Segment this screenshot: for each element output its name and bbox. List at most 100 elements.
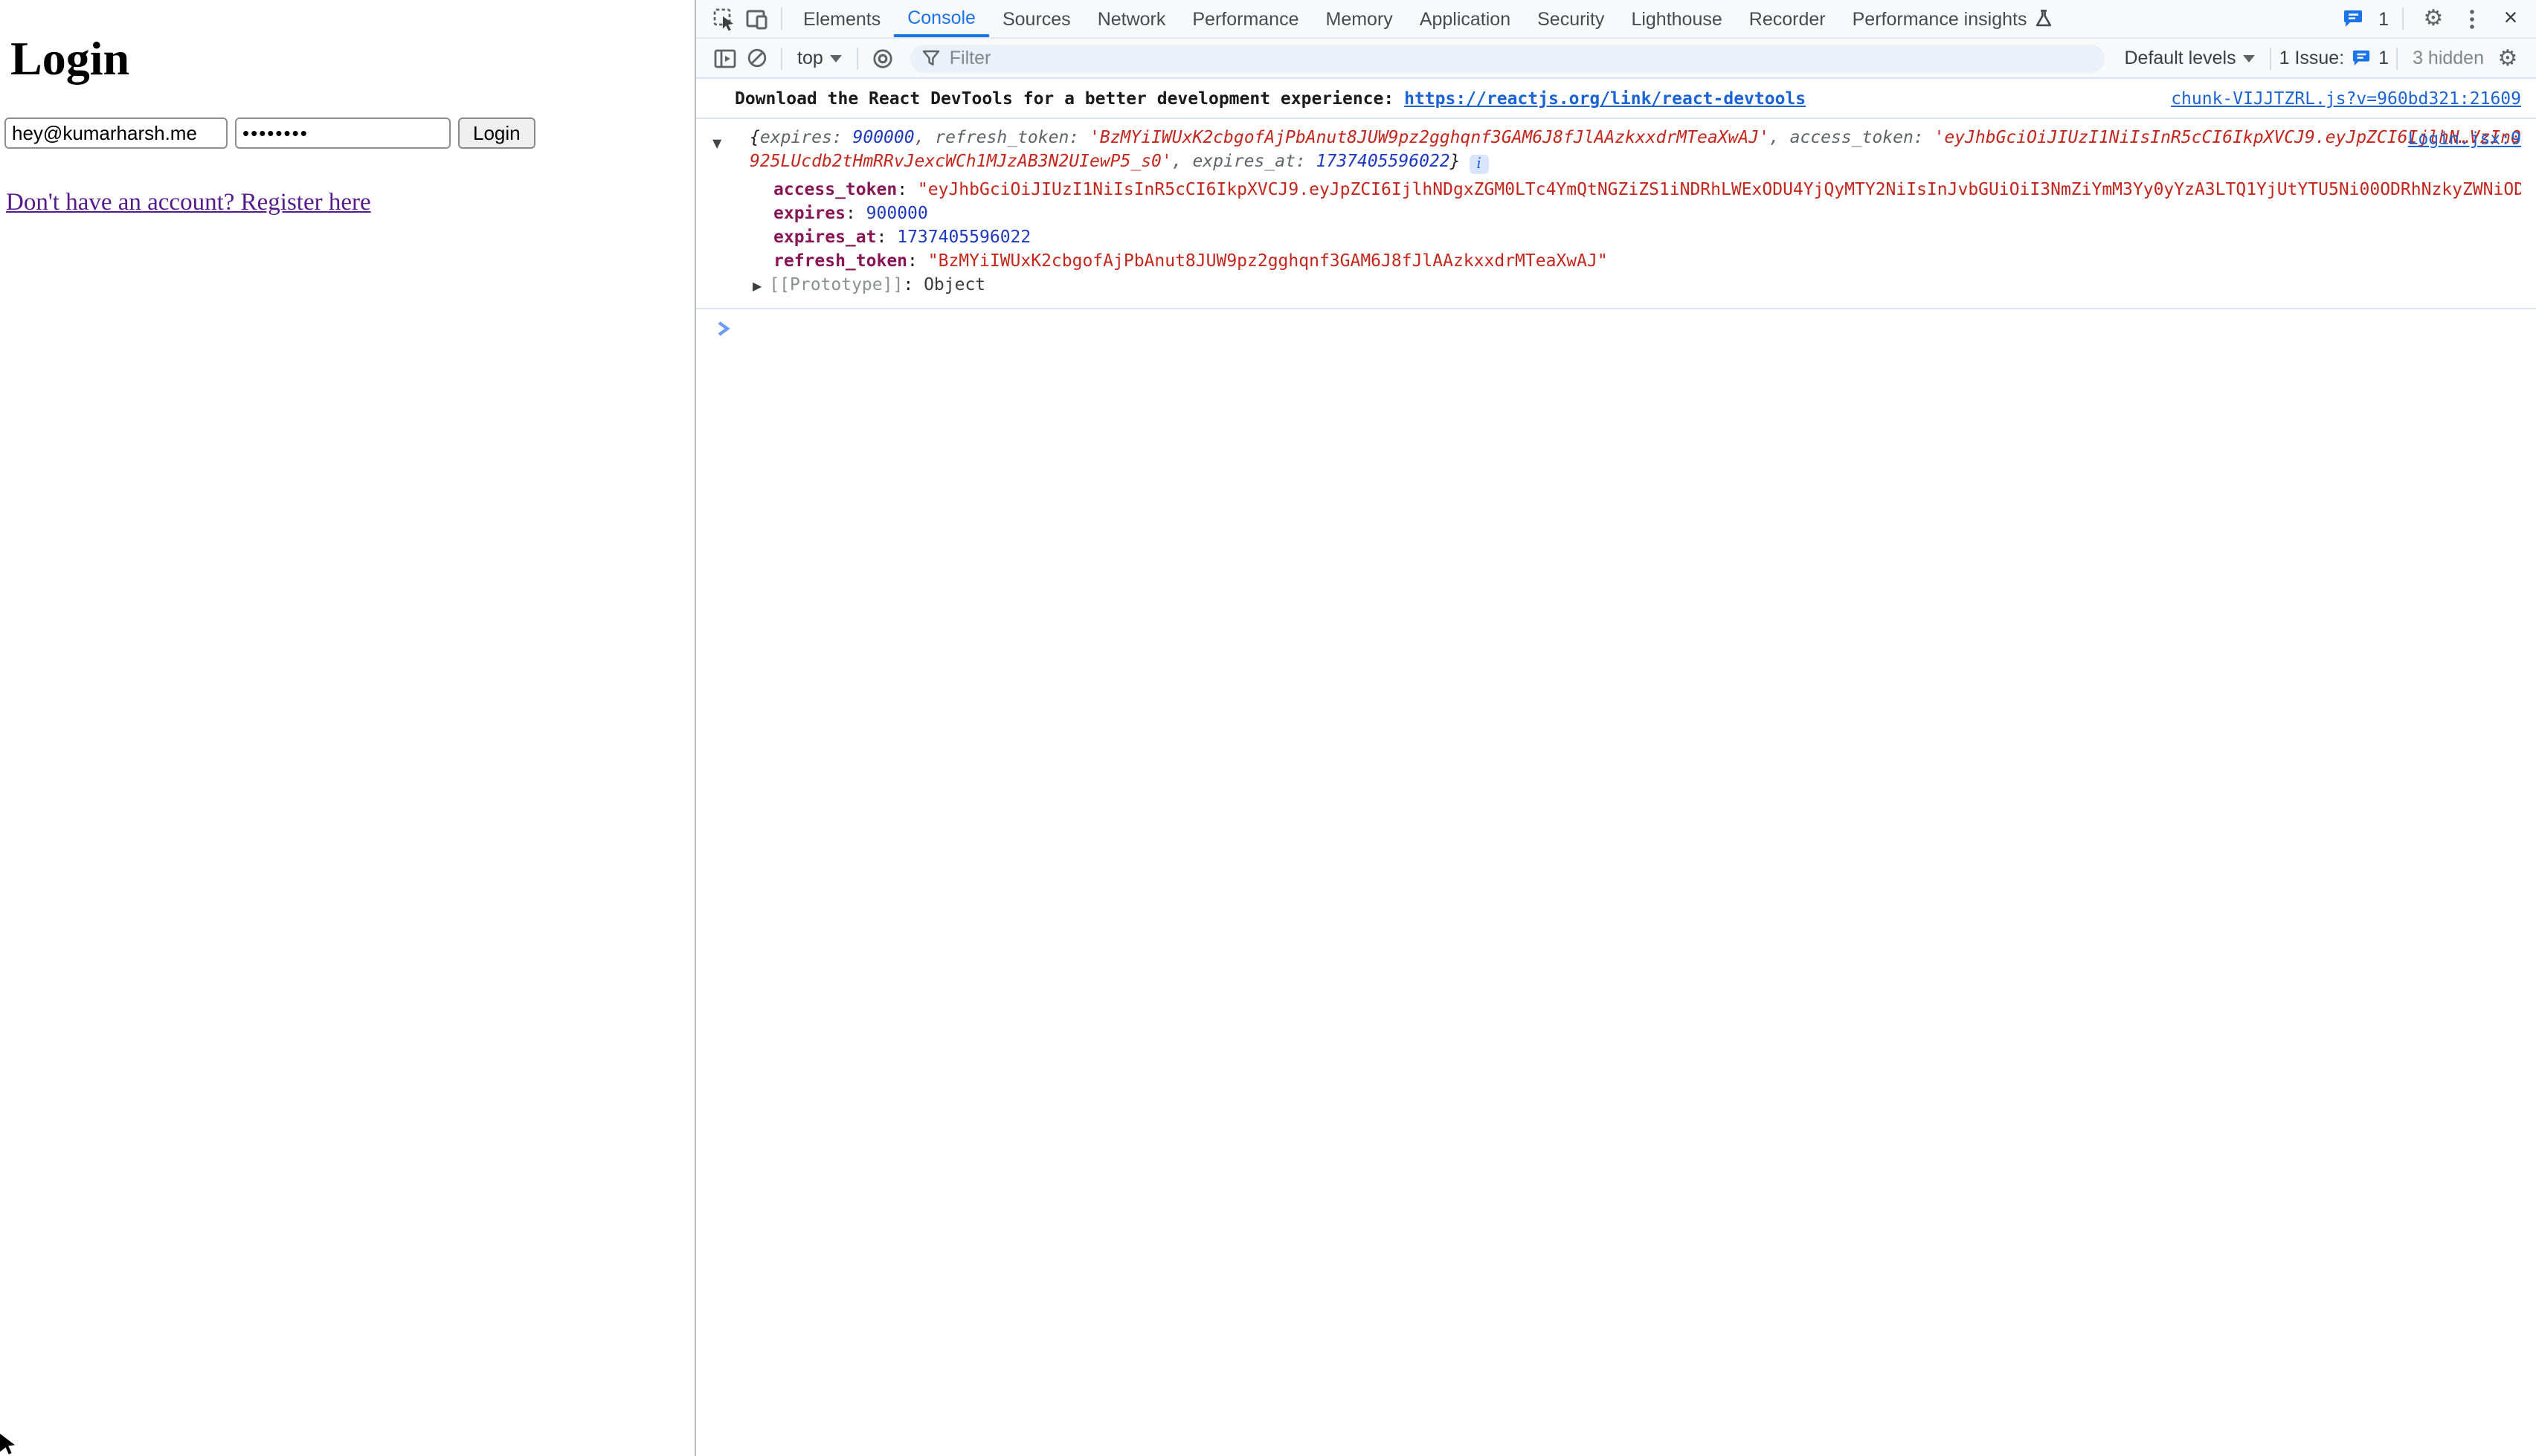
console-sidebar-toggle-icon[interactable] xyxy=(708,42,741,74)
property-access-token: access_token: "eyJhbGciOiJIUzI1NiIsInR5c… xyxy=(773,177,2521,201)
settings-gear-icon[interactable]: ⚙ xyxy=(2417,2,2450,35)
email-input[interactable] xyxy=(4,117,228,149)
colon: : xyxy=(846,202,866,223)
divider xyxy=(781,47,782,69)
tab-application[interactable]: Application xyxy=(1406,0,1524,37)
tab-security[interactable]: Security xyxy=(1524,0,1618,37)
info-icon[interactable]: i xyxy=(1470,155,1489,174)
devtools-tabbar: Elements Console Sources Network Perform… xyxy=(696,0,2536,39)
console-messages-icon[interactable] xyxy=(2337,2,2369,35)
preview-key: , expires_at: xyxy=(1172,150,1316,171)
console-messages-area: Download the React DevTools for a better… xyxy=(696,79,2536,338)
preview-number: 1737405596022 xyxy=(1316,150,1450,171)
hidden-messages-label[interactable]: 3 hidden xyxy=(2405,48,2491,68)
source-link-chunk[interactable]: chunk-VIJJTZRL.js?v=960bd321:21609 xyxy=(2171,86,2521,110)
prompt-chevron-icon xyxy=(715,320,732,338)
mouse-cursor-icon xyxy=(0,1434,16,1456)
preview-number: 900000 xyxy=(853,126,915,147)
devtools-panel: Elements Console Sources Network Perform… xyxy=(695,0,2536,1456)
close-devtools-icon[interactable]: × xyxy=(2494,2,2527,35)
divider xyxy=(781,7,782,30)
console-row-object-log: Login.jsx:9 ▼ {expires: 900000, refresh_… xyxy=(696,119,2536,309)
divider xyxy=(2396,47,2398,69)
expand-triangle-icon[interactable]: ▶ xyxy=(753,275,762,299)
console-prompt[interactable] xyxy=(696,309,2536,338)
login-page: Login Login Don't have an account? Regis… xyxy=(0,0,695,1456)
page-title: Login xyxy=(10,31,695,86)
funnel-icon xyxy=(923,49,941,67)
property-value: 1737405596022 xyxy=(897,226,1031,247)
preview-string: 925LUcdb2tHmRRvJexcWCh1MJzAB3N2UIewP5_s0… xyxy=(750,150,1172,171)
colon: : xyxy=(907,250,928,271)
divider xyxy=(857,47,859,69)
property-key: expires xyxy=(773,202,846,223)
chevron-down-icon xyxy=(2244,54,2256,62)
object-properties: access_token: "eyJhbGciOiJIUzI1NiIsInR5c… xyxy=(773,177,2521,272)
login-button[interactable]: Login xyxy=(458,117,535,149)
tab-network[interactable]: Network xyxy=(1084,0,1180,37)
log-levels-dropdown[interactable]: Default levels xyxy=(2117,48,2263,68)
divider xyxy=(2402,7,2404,30)
brace: { xyxy=(750,126,760,147)
console-row-react-devtools: Download the React DevTools for a better… xyxy=(696,79,2536,119)
tab-label: Performance insights xyxy=(1853,0,2027,38)
tab-performance[interactable]: Performance xyxy=(1179,0,1312,37)
kebab-menu-icon[interactable] xyxy=(2456,2,2488,35)
filter-placeholder: Filter xyxy=(950,48,991,68)
colon: : xyxy=(903,274,924,294)
colon: : xyxy=(877,226,898,247)
preview-key: , refresh_token: xyxy=(915,126,1090,147)
property-value: 900000 xyxy=(866,202,928,223)
flask-icon xyxy=(2034,9,2052,28)
divider xyxy=(2271,47,2272,69)
frame-context-dropdown[interactable]: top xyxy=(790,48,850,68)
issues-bubble-icon xyxy=(2352,49,2371,67)
property-key: refresh_token xyxy=(773,250,907,271)
login-form: Login xyxy=(4,117,695,149)
preview-key: , access_token: xyxy=(1769,126,1934,147)
register-link[interactable]: Don't have an account? Register here xyxy=(6,187,371,217)
frame-context-label: top xyxy=(797,48,823,68)
tab-console[interactable]: Console xyxy=(894,0,989,37)
property-value: "eyJhbGciOiJIUzI1NiIsInR5cCI6IkpXVCJ9.ey… xyxy=(918,178,2521,199)
property-expires-at: expires_at: 1737405596022 xyxy=(773,225,2521,248)
property-refresh-token: refresh_token: "BzMYiIWUxK2cbgofAjPbAnut… xyxy=(773,248,2521,272)
chevron-down-icon xyxy=(831,54,843,62)
prototype-key: [[Prototype]] xyxy=(769,274,903,294)
source-link-login-jsx[interactable]: Login.jsx:9 xyxy=(2408,126,2521,150)
brace: } xyxy=(1450,150,1461,171)
tab-lighthouse[interactable]: Lighthouse xyxy=(1618,0,1735,37)
log-levels-label: Default levels xyxy=(2125,48,2236,68)
clear-console-icon[interactable] xyxy=(741,42,773,74)
object-preview[interactable]: {expires: 900000, refresh_token: 'BzMYiI… xyxy=(732,125,2521,174)
preview-string: 'BzMYiIWUxK2cbgofAjPbAnut8JUW9pz2gghqnf3… xyxy=(1090,126,1769,147)
property-key: access_token xyxy=(773,178,897,199)
password-input[interactable] xyxy=(235,117,451,149)
live-expression-eye-icon[interactable] xyxy=(866,42,899,74)
tab-elements[interactable]: Elements xyxy=(790,0,894,37)
devtools-window-controls: 1 ⚙ × xyxy=(2337,2,2536,35)
tab-memory[interactable]: Memory xyxy=(1313,0,1406,37)
collapse-triangle-icon[interactable]: ▼ xyxy=(712,132,721,156)
console-settings-gear-icon[interactable]: ⚙ xyxy=(2491,42,2524,74)
console-toolbar: top Filter Default levels xyxy=(696,39,2536,79)
inspect-element-icon[interactable] xyxy=(708,2,741,35)
device-toolbar-icon[interactable] xyxy=(741,2,773,35)
issues-label: 1 Issue: xyxy=(2279,48,2345,68)
colon: : xyxy=(897,178,918,199)
issues-count: 1 xyxy=(2378,48,2389,68)
property-value: "BzMYiIWUxK2cbgofAjPbAnut8JUW9pz2gghqnf3… xyxy=(928,250,1608,271)
react-devtools-link[interactable]: https://reactjs.org/link/react-devtools xyxy=(1404,88,1806,109)
tab-performance-insights[interactable]: Performance insights xyxy=(1839,0,2066,37)
prototype-value: Object xyxy=(924,274,985,294)
prototype-row[interactable]: ▶ [[Prototype]]: Object xyxy=(753,272,2521,299)
console-filter-input[interactable]: Filter xyxy=(911,44,2105,72)
hidden-count-label: 3 hidden xyxy=(2413,48,2484,68)
message-text: Download the React DevTools for a better… xyxy=(735,88,1404,109)
issues-button[interactable]: 1 Issue: 1 xyxy=(2279,48,2389,68)
console-message-count: 1 xyxy=(2378,8,2389,29)
tab-sources[interactable]: Sources xyxy=(989,0,1084,37)
preview-key: expires: xyxy=(760,126,853,147)
screenshot-root: Login Login Don't have an account? Regis… xyxy=(0,0,2536,1456)
tab-recorder[interactable]: Recorder xyxy=(1736,0,1839,37)
